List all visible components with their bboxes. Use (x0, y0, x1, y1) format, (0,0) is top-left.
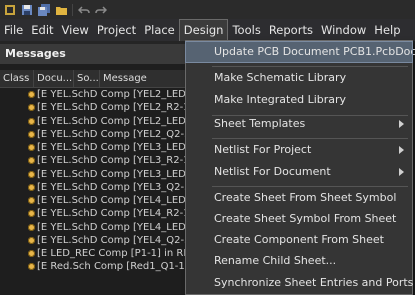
row-text: [E Red.Sch Comp [Red1_Q1-1] i (37, 261, 190, 273)
menu-item-netlist-for-project[interactable]: Netlist For Project (186, 140, 412, 160)
table-row[interactable]: [E LED_REC Comp [P1-1] in RED1 (0, 247, 190, 260)
messages-table-header: Class Docu... So... Message (0, 70, 190, 88)
table-row[interactable]: [E YEL.SchD Comp [YEL2_LED2-1] i (0, 88, 190, 101)
error-icon (28, 117, 35, 125)
table-row[interactable]: [E YEL.SchD Comp [YEL2_R2-1] in (0, 101, 190, 114)
menu-item-make-schematic-library[interactable]: Make Schematic Library (186, 68, 412, 88)
menu-file[interactable]: File (0, 19, 27, 41)
row-text: [E YEL.SchD Comp [YEL2_LED2-2] i (37, 115, 190, 127)
menu-item-create-sheet-from-sheet-symbol[interactable]: Create Sheet From Sheet Symbol (186, 188, 412, 208)
table-row[interactable]: [E YEL.SchD Comp [YEL4_R2-1] in (0, 207, 190, 220)
messages-panel-title: Messages (0, 44, 190, 64)
menu-help[interactable]: Help (370, 19, 404, 41)
table-row[interactable]: [E YEL.SchD Comp [YEL4_LED2-2] i (0, 221, 190, 234)
table-row[interactable]: [E YEL.SchD Comp [YEL3_R2-1] in N (0, 154, 190, 167)
column-message[interactable]: Message (100, 70, 190, 87)
column-document[interactable]: Docu... (34, 70, 74, 87)
row-text: [E YEL.SchD Comp [YEL3_LED2-2] i (37, 168, 190, 180)
column-class[interactable]: Class (0, 70, 34, 87)
row-text: [E YEL.SchD Comp [YEL3_R2-1] in N (37, 155, 190, 167)
error-icon (28, 104, 35, 112)
menu-item-rename-child-sheet[interactable]: Rename Child Sheet... (186, 251, 412, 271)
row-text: [E YEL.SchD Comp [YEL2_Q2-3] in (37, 128, 190, 140)
menu-place[interactable]: Place (140, 19, 179, 41)
quick-access-toolbar (0, 0, 415, 19)
table-row[interactable]: [E YEL.SchD Comp [YEL3_Q2-3] in (0, 181, 190, 194)
row-text: [E YEL.SchD Comp [YEL2_LED2-1] i (37, 89, 190, 101)
menu-item-create-component-from-sheet[interactable]: Create Component From Sheet (186, 230, 412, 250)
error-icon (28, 236, 35, 244)
error-icon (28, 157, 35, 165)
error-icon (28, 130, 35, 138)
menu-item-label: Netlist For Project (214, 143, 312, 156)
menu-window[interactable]: Window (317, 19, 370, 41)
menu-item-netlist-for-document[interactable]: Netlist For Document (186, 162, 412, 182)
menu-item-make-integrated-library[interactable]: Make Integrated Library (186, 90, 412, 110)
column-source[interactable]: So... (74, 70, 100, 87)
messages-list: [E YEL.SchD Comp [YEL2_LED2-1] i [E YEL.… (0, 88, 190, 274)
table-row[interactable]: [E YEL.SchD Comp [YEL4_LED2-1] i (0, 194, 190, 207)
table-row[interactable]: [E YEL.SchD Comp [YEL3_LED2-1] i (0, 141, 190, 154)
menu-view[interactable]: View (58, 19, 93, 41)
table-row[interactable]: [E YEL.SchD Comp [YEL3_LED2-2] i (0, 168, 190, 181)
table-row[interactable]: [E YEL.SchD Comp [YEL4_Q2-3] in (0, 234, 190, 247)
row-text: [E YEL.SchD Comp [YEL4_Q2-3] in (37, 234, 190, 246)
row-text: [E YEL.SchD Comp [YEL2_R2-1] in (37, 102, 190, 114)
error-icon (28, 263, 35, 271)
row-text: [E YEL.SchD Comp [YEL3_LED2-1] i (37, 142, 190, 154)
error-icon (28, 91, 35, 99)
error-icon (28, 170, 35, 178)
menu-item-synchronize-sheet-entries[interactable]: Synchronize Sheet Entries and Ports (186, 273, 413, 293)
submenu-arrow-icon (399, 120, 404, 128)
error-icon (28, 144, 35, 152)
error-icon (28, 183, 35, 191)
error-icon (28, 197, 35, 205)
menu-item-sheet-templates[interactable]: Sheet Templates (186, 114, 412, 134)
menu-design[interactable]: Design (178, 19, 229, 41)
menu-separator (212, 138, 408, 139)
menu-tools[interactable]: Tools (228, 19, 264, 41)
row-text: [E YEL.SchD Comp [YEL4_LED2-1] i (37, 195, 190, 207)
table-row[interactable]: [E YEL.SchD Comp [YEL2_Q2-3] in (0, 128, 190, 141)
menu-separator (212, 186, 408, 187)
row-text: [E YEL.SchD Comp [YEL4_R2-1] in (37, 208, 190, 220)
menu-edit[interactable]: Edit (27, 19, 57, 41)
row-text: [E YEL.SchD Comp [YEL3_Q2-3] in (37, 181, 190, 193)
error-icon (28, 223, 35, 231)
submenu-arrow-icon (399, 146, 404, 154)
design-dropdown-menu: Update PCB Document PCB1.PcbDoc Make Sch… (185, 40, 415, 295)
undo-icon[interactable] (77, 3, 91, 17)
menu-item-label: Netlist For Document (214, 165, 331, 178)
menu-item-create-sheet-symbol-from-sheet[interactable]: Create Sheet Symbol From Sheet (186, 209, 412, 229)
redo-icon[interactable] (94, 3, 108, 17)
submenu-arrow-icon (399, 168, 404, 176)
menu-project[interactable]: Project (93, 19, 140, 41)
error-icon (28, 250, 35, 258)
table-row[interactable]: [E Red.Sch Comp [Red1_Q1-1] i (0, 260, 190, 273)
save-all-icon[interactable] (37, 3, 51, 17)
menu-item-label: Sheet Templates (214, 117, 306, 130)
app-icon[interactable] (3, 3, 17, 17)
toolbar-separator (72, 3, 73, 16)
menu-item-update-pcb-document[interactable]: Update PCB Document PCB1.PcbDoc (185, 41, 415, 63)
row-text: [E LED_REC Comp [P1-1] in RED1 (37, 248, 190, 260)
menu-separator (212, 66, 408, 67)
menu-bar: File Edit View Project Place Design Tool… (0, 19, 415, 41)
menu-reports[interactable]: Reports (265, 19, 317, 41)
table-row[interactable]: [E YEL.SchD Comp [YEL2_LED2-2] i (0, 115, 190, 128)
error-icon (28, 210, 35, 218)
row-text: [E YEL.SchD Comp [YEL4_LED2-2] i (37, 221, 190, 233)
save-icon[interactable] (20, 3, 34, 17)
open-icon[interactable] (54, 3, 68, 17)
